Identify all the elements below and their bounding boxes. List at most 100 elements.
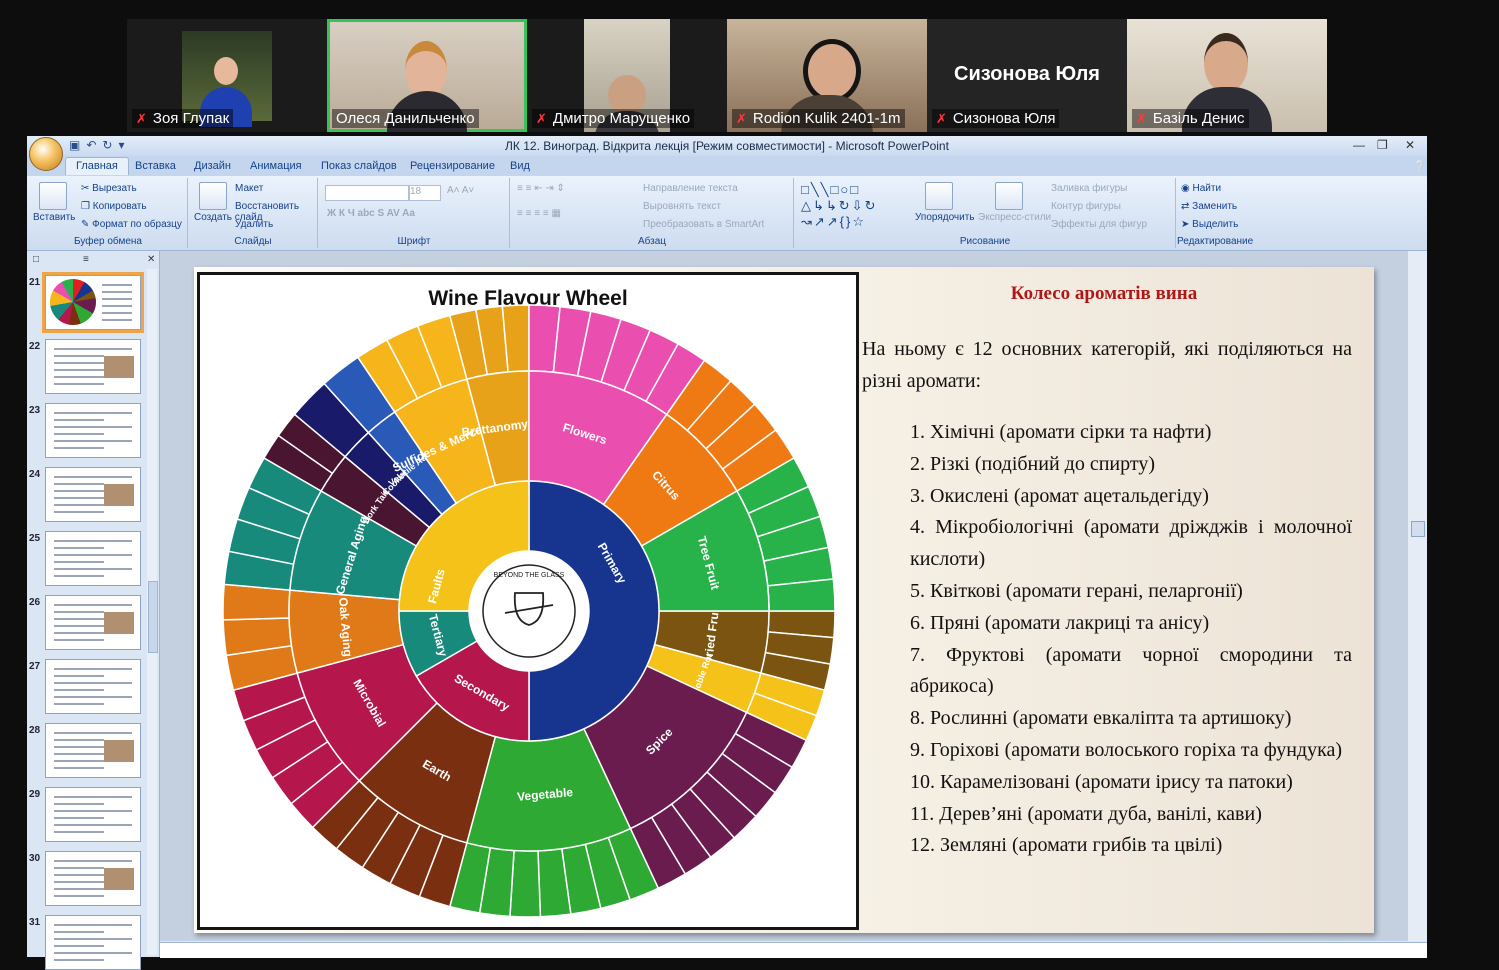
font-name-combobox[interactable]: [325, 185, 409, 201]
thumbnail-text-line: [54, 369, 104, 371]
paste-button[interactable]: Вставить: [33, 212, 75, 223]
thumbnail-number: 22: [29, 341, 41, 352]
format-painter-button[interactable]: ✎ Формат по образцу: [81, 219, 182, 230]
tab-animation[interactable]: Анимация: [250, 160, 302, 172]
video-feed: [182, 31, 272, 127]
minimize-icon[interactable]: —: [1353, 138, 1365, 152]
slide-scrollbar[interactable]: [1408, 251, 1427, 941]
group-label: Абзац: [637, 236, 667, 247]
participant-name: ✗ Базіль Денис: [1132, 109, 1249, 128]
tab-slideshow[interactable]: Показ слайдов: [321, 160, 397, 172]
tab-design[interactable]: Дизайн: [194, 160, 231, 172]
reset-button[interactable]: Восстановить: [235, 201, 299, 212]
thumbnail-text-line: [54, 703, 104, 705]
thumbnail-text-line: [54, 483, 104, 485]
replace-button[interactable]: ⇄ Заменить: [1181, 201, 1237, 212]
thumbnail-text-line: [102, 284, 132, 286]
slide-thumbnail[interactable]: [45, 787, 141, 842]
shapes-gallery[interactable]: □╲╲□○□ △↳↳↻⇩↻ ↝↗↗{}☆: [801, 182, 877, 230]
category-item: 8. Рослинні (аромати евкаліпта та артишо…: [910, 707, 1292, 730]
thumbnail-text-line: [54, 675, 104, 677]
restore-icon[interactable]: ❐: [1377, 138, 1388, 152]
slides-tab-icon[interactable]: □: [33, 254, 39, 266]
tab-insert[interactable]: Вставка: [135, 160, 176, 172]
participant-tile-6[interactable]: ✗ Базіль Денис: [1127, 19, 1327, 132]
slide-thumbnail[interactable]: [42, 272, 144, 333]
outline-tab-icon[interactable]: ≡: [83, 254, 89, 266]
office-button-icon[interactable]: [29, 137, 63, 171]
tab-home[interactable]: Главная: [65, 157, 129, 175]
notes-pane[interactable]: [160, 942, 1427, 958]
thumbnail-text-line: [102, 291, 132, 293]
category-item: 10. Карамелізовані (аромати ірису та пат…: [910, 770, 1293, 793]
thumbnail-number: 26: [29, 597, 41, 608]
thumbnail-text-line: [54, 547, 104, 549]
shape-effects-button[interactable]: Эффекты для фигур: [1051, 219, 1147, 230]
current-slide[interactable]: Wine Flavour Wheel Tropical FruitRed Fru…: [194, 267, 1374, 933]
thumbnail-text-line: [54, 604, 132, 606]
thumbnail-text-line: [54, 355, 104, 357]
close-panel-icon[interactable]: ✕: [147, 254, 155, 266]
paste-icon[interactable]: [39, 182, 67, 210]
thumbnail-text-line: [54, 732, 132, 734]
shape-outline-button[interactable]: Контур фигуры: [1051, 201, 1121, 212]
group-label: Редактирование: [1177, 236, 1254, 247]
thumbnail-text-line: [54, 668, 132, 670]
participant-name: ✗ Rodion Kulik 2401-1m: [732, 109, 905, 128]
close-icon[interactable]: ✕: [1405, 138, 1415, 152]
thumbnail-text-line: [102, 312, 132, 314]
participant-tile-2[interactable]: Олеся Данильченко: [327, 19, 527, 132]
copy-button[interactable]: ❐ Копировать: [81, 201, 147, 212]
list-buttons[interactable]: ≡ ≡ ⇤ ⇥ ⇕: [517, 183, 565, 194]
slide-thumbnail[interactable]: [45, 531, 141, 586]
quick-styles-button[interactable]: Экспресс-стили: [978, 212, 1051, 223]
shape-fill-button[interactable]: Заливка фигуры: [1051, 183, 1127, 194]
tab-review[interactable]: Рецензирование: [410, 160, 495, 172]
wheel-center: [470, 552, 588, 670]
slide-thumbnail[interactable]: [45, 595, 141, 650]
align-buttons[interactable]: ≡ ≡ ≡ ≡ ▦: [517, 208, 561, 219]
thumbnail-text-line: [54, 817, 104, 819]
wheel-outer-cell: [509, 849, 542, 918]
font-format-buttons[interactable]: Ж К Ч abc S AV Aa: [327, 208, 415, 219]
thumbnail-wheel: [50, 279, 96, 325]
mic-muted-icon: ✗: [536, 111, 547, 126]
smartart-button[interactable]: Преобразовать в SmartArt: [643, 219, 764, 230]
layout-button[interactable]: Макет: [235, 183, 263, 194]
new-slide-icon[interactable]: [199, 182, 227, 210]
thumbnail-text-line: [54, 554, 132, 556]
quick-styles-icon[interactable]: [995, 182, 1023, 210]
slide-thumbnail[interactable]: [45, 851, 141, 906]
participant-tile-5[interactable]: Сизонова Юля ✗ Сизонова Юля: [927, 19, 1127, 132]
participant-tile-1[interactable]: ✗ Зоя Глупак: [127, 19, 327, 132]
cut-button[interactable]: ✂ Вырезать: [81, 183, 137, 194]
panel-scrollbar[interactable]: [147, 269, 158, 955]
arrange-icon[interactable]: [925, 182, 953, 210]
arrange-button[interactable]: Упорядочить: [915, 212, 975, 223]
find-button[interactable]: ◉ Найти: [1181, 183, 1221, 194]
slide-thumbnail[interactable]: [45, 403, 141, 458]
slide-thumbnail[interactable]: [45, 467, 141, 522]
thumbnail-text-line: [54, 540, 132, 542]
slide-thumbnail[interactable]: [45, 723, 141, 778]
delete-button[interactable]: Удалить: [235, 219, 273, 230]
text-direction-button[interactable]: Направление текста: [643, 183, 738, 194]
scrollbar-thumb[interactable]: [1411, 521, 1425, 537]
slide-thumbnail[interactable]: [45, 659, 141, 714]
wine-wheel-image: Wine Flavour Wheel Tropical FruitRed Fru…: [197, 272, 859, 930]
slide-thumbnail[interactable]: [45, 339, 141, 394]
scrollbar-thumb[interactable]: [148, 581, 158, 653]
select-button[interactable]: ➤ Выделить: [1181, 219, 1238, 230]
flavour-wheel: Tropical FruitRed FruitBlack FruitDried …: [222, 304, 836, 918]
font-size-combobox[interactable]: 18: [409, 185, 441, 201]
align-text-button[interactable]: Выровнять текст: [643, 201, 721, 212]
slide-thumbnail[interactable]: [45, 915, 141, 970]
tab-view[interactable]: Вид: [510, 160, 530, 172]
participant-tile-4[interactable]: ✗ Rodion Kulik 2401-1m: [727, 19, 927, 132]
help-icon[interactable]: ❔: [1413, 160, 1427, 173]
thumbnail-text-line: [54, 945, 104, 947]
participant-tile-3[interactable]: ✗ Дмитро Марущенко: [527, 19, 727, 132]
group-label: Буфер обмена: [74, 236, 142, 247]
thumbnail-text-line: [54, 682, 132, 684]
grow-font-button[interactable]: A˄ A˅: [447, 185, 474, 196]
